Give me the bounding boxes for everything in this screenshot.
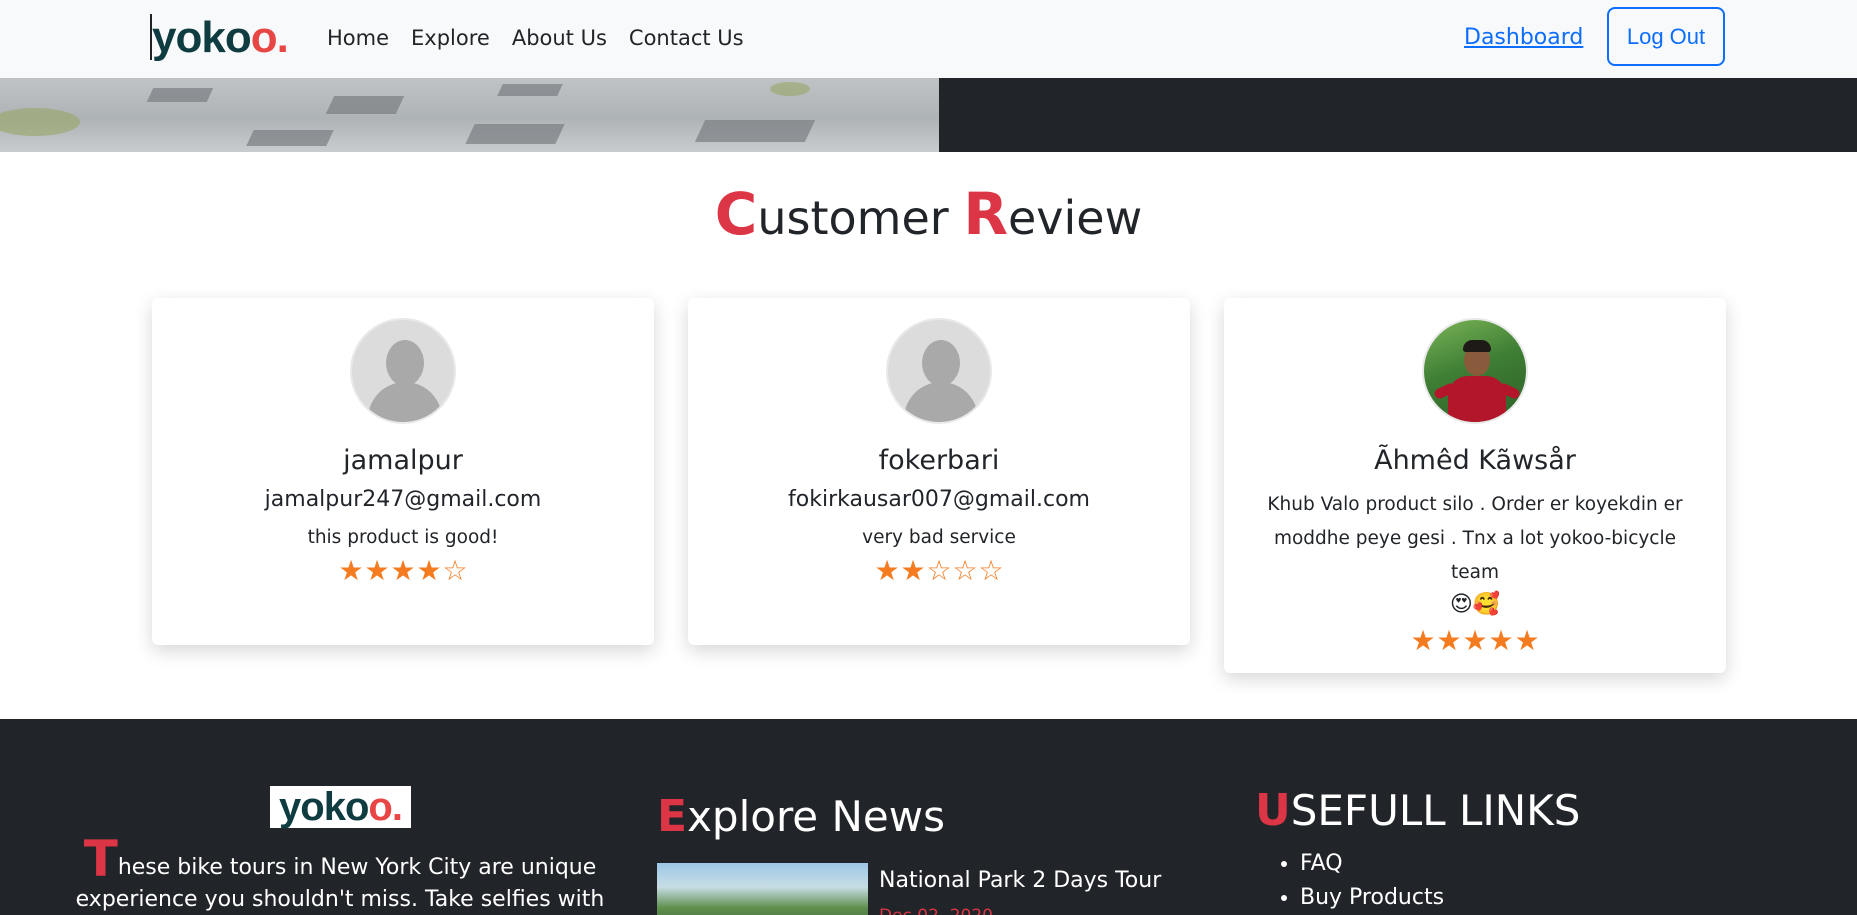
star-empty-icon: ☆ — [442, 554, 468, 587]
reviewer-name: fokerbari — [878, 445, 1000, 476]
star-filled-icon: ★ — [390, 554, 416, 587]
nav-contact-us[interactable]: Contact Us — [629, 24, 744, 52]
explore-news-heading: Explore News — [657, 791, 945, 842]
star-filled-icon: ★ — [1410, 624, 1436, 657]
review-card: fokerbari fokirkausar007@gmail.com very … — [688, 298, 1190, 645]
nav-explore[interactable]: Explore — [411, 24, 490, 52]
dashboard-link[interactable]: Dashboard — [1464, 24, 1583, 52]
reviewer-email: jamalpur247@gmail.com — [264, 487, 542, 512]
default-avatar-icon — [886, 318, 992, 424]
link-buy-products[interactable]: Buy Products — [1300, 881, 1444, 915]
useful-links-list: FAQ Buy Products — [1300, 847, 1444, 915]
footer-logo[interactable]: yokoo. — [270, 786, 411, 828]
useful-links-heading: USEFULL LINKS — [1255, 785, 1581, 836]
nav-about-us[interactable]: About Us — [512, 24, 607, 52]
section-title-customer-review: Customer Review — [714, 180, 1143, 248]
nav-home[interactable]: Home — [327, 24, 389, 52]
logo-text: yoko — [152, 13, 252, 62]
star-rating: ★★★★★ — [1224, 624, 1726, 658]
star-filled-icon: ★ — [1488, 624, 1514, 657]
hero-banner-bottom — [0, 78, 1857, 152]
news-date: Dec 02, 2020 — [879, 905, 993, 915]
star-filled-icon: ★ — [874, 554, 900, 587]
star-empty-icon: ☆ — [978, 554, 1004, 587]
star-filled-icon: ★ — [1514, 624, 1540, 657]
news-thumbnail[interactable] — [657, 863, 868, 915]
star-empty-icon: ☆ — [952, 554, 978, 587]
review-card: Ãhmêd Kãwsår Khub Valo product silo . Or… — [1224, 298, 1726, 673]
navbar: yokoo. Home Explore About Us Contact Us … — [0, 0, 1857, 78]
star-filled-icon: ★ — [900, 554, 926, 587]
reviewer-name: jamalpur — [343, 445, 463, 476]
star-rating: ★★☆☆☆ — [688, 554, 1190, 588]
hero-image — [0, 78, 939, 152]
star-filled-icon: ★ — [338, 554, 364, 587]
default-avatar-icon — [350, 318, 456, 424]
review-comment: very bad service — [862, 527, 1016, 548]
logo-accent: o. — [250, 13, 289, 62]
user-photo-avatar — [1422, 318, 1528, 424]
footer-about-text: These bike tours in New York City are un… — [75, 830, 605, 912]
review-comment: Khub Valo product silo . Order er koyekd… — [1224, 488, 1726, 620]
logout-button[interactable]: Log Out — [1607, 7, 1725, 66]
footer: yokoo. These bike tours in New York City… — [0, 719, 1857, 915]
star-empty-icon: ☆ — [926, 554, 952, 587]
review-comment: this product is good! — [307, 527, 499, 548]
star-filled-icon: ★ — [1462, 624, 1488, 657]
review-card: jamalpur jamalpur247@gmail.com this prod… — [152, 298, 654, 645]
link-faq[interactable]: FAQ — [1300, 847, 1444, 881]
brand-logo[interactable]: yokoo. — [152, 13, 289, 62]
emoji-icons: 😍🥰 — [1449, 592, 1501, 617]
star-rating: ★★★★☆ — [152, 554, 654, 588]
star-filled-icon: ★ — [416, 554, 442, 587]
nav-links: Home Explore About Us Contact Us — [327, 24, 766, 52]
reviewer-email: fokirkausar007@gmail.com — [788, 487, 1090, 512]
reviewer-name: Ãhmêd Kãwsår — [1374, 445, 1576, 476]
star-filled-icon: ★ — [1436, 624, 1462, 657]
news-title[interactable]: National Park 2 Days Tour — [879, 867, 1161, 895]
star-filled-icon: ★ — [364, 554, 390, 587]
